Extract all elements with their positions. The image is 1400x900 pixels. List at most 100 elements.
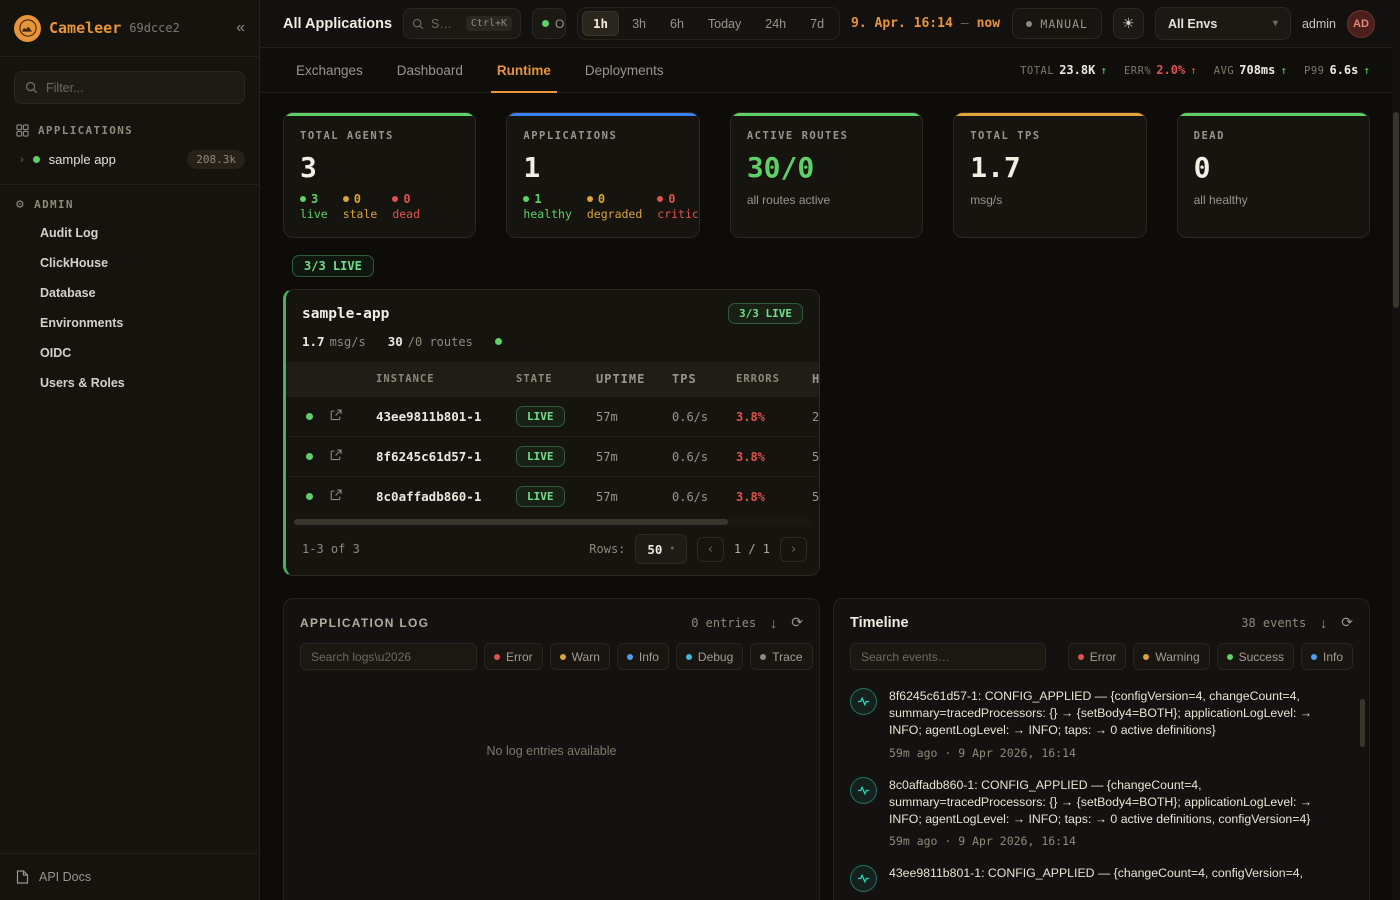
activity-icon xyxy=(850,865,877,892)
log-filter-trace[interactable]: Trace xyxy=(750,643,812,670)
uptime-value: 57m xyxy=(596,410,672,424)
time-range-6h[interactable]: 6h xyxy=(659,11,695,36)
timeline-filter-warning[interactable]: Warning xyxy=(1133,643,1209,670)
timeline-event[interactable]: 8f6245c61d57-1: CONFIG_APPLIED — {config… xyxy=(850,688,1347,760)
card-active-routes: ACTIVE ROUTES 30/0 all routes active xyxy=(730,112,923,238)
log-search-input[interactable] xyxy=(300,643,477,670)
table-row[interactable]: 8c0affadb860-1 LIVE 57m 0.6/s 3.8% 5 xyxy=(286,476,819,516)
sidebar-item-environments[interactable]: Environments xyxy=(0,308,259,338)
tps-unit: msg/s xyxy=(330,335,366,349)
refresh-mode-button[interactable]: MANUAL xyxy=(1012,8,1102,39)
external-link-icon[interactable] xyxy=(330,449,342,461)
routes-suffix: /0 routes xyxy=(408,335,473,349)
errors-cell: 3.8% xyxy=(736,490,812,504)
admin-section: ⚙ ADMIN Audit Log ClickHouse Database En… xyxy=(0,185,259,853)
page-title: All Applications xyxy=(283,16,392,32)
tps-cell: 0.6/s xyxy=(672,490,736,504)
warning-dot xyxy=(1143,654,1149,660)
prev-page-button[interactable]: ‹ xyxy=(697,537,724,562)
time-range-today[interactable]: Today xyxy=(697,11,752,36)
rows-per-page-select[interactable]: 50 ▾ xyxy=(635,534,686,564)
stat-cards-row: TOTAL AGENTS 3 3live 0stale 0dead APPLIC… xyxy=(283,112,1370,238)
date-separator: — xyxy=(961,16,969,31)
filter-input[interactable] xyxy=(46,81,234,95)
log-filter-debug[interactable]: Debug xyxy=(676,643,743,670)
sidebar-collapse-button[interactable]: « xyxy=(236,20,245,36)
sidebar-item-audit-log[interactable]: Audit Log xyxy=(0,218,259,248)
timeline-panel: Timeline 38 events ↓ ⟳ Error Warning Suc… xyxy=(833,598,1370,900)
external-link-icon[interactable] xyxy=(330,489,342,501)
extra-cell: 2 xyxy=(812,410,819,424)
online-status-chip[interactable]: O xyxy=(532,8,566,39)
timeline-filter-success[interactable]: Success xyxy=(1217,643,1294,670)
trace-dot xyxy=(760,654,766,660)
sidebar-item-clickhouse[interactable]: ClickHouse xyxy=(0,248,259,278)
admin-section-header: ⚙ ADMIN xyxy=(0,185,259,218)
timeline-event[interactable]: 8c0affadb860-1: CONFIG_APPLIED — {change… xyxy=(850,777,1347,849)
timeline-filter-info[interactable]: Info xyxy=(1301,643,1353,670)
timeline-event[interactable]: 43ee9811b801-1: CONFIG_APPLIED — {change… xyxy=(850,865,1347,892)
sidebar-logo-row: Cameleer 69dcce2 « xyxy=(0,0,259,57)
page-scrollbar[interactable] xyxy=(1392,0,1400,900)
avatar[interactable]: AD xyxy=(1347,10,1375,38)
log-entries-count: 0 entries xyxy=(691,616,756,630)
routes-value: 30 xyxy=(388,334,403,349)
scrollbar-thumb[interactable] xyxy=(1393,112,1399,308)
time-range-3h[interactable]: 3h xyxy=(621,11,657,36)
page-indicator: 1 / 1 xyxy=(734,542,770,556)
refresh-icon[interactable]: ⟳ xyxy=(791,614,803,631)
sidebar-item-database[interactable]: Database xyxy=(0,278,259,308)
sidebar-item-sample-app[interactable]: › sample app 208.3k xyxy=(0,143,259,178)
download-icon[interactable]: ↓ xyxy=(770,615,777,631)
log-panel-controls: Error Warn Info Debug Trace xyxy=(284,643,819,682)
log-filter-warn[interactable]: Warn xyxy=(550,643,610,670)
sidebar-item-api-docs[interactable]: API Docs xyxy=(0,853,259,900)
arrow-up-icon: ↑ xyxy=(1280,64,1287,77)
tab-bar: Exchanges Dashboard Runtime Deployments … xyxy=(260,48,1400,93)
sidebar-filter[interactable] xyxy=(14,71,245,104)
scrollbar-thumb[interactable] xyxy=(294,519,728,525)
timeline-controls: Error Warning Success Info xyxy=(834,643,1369,682)
tab-deployments[interactable]: Deployments xyxy=(585,48,664,92)
timeline-scrollbar[interactable] xyxy=(1360,699,1365,747)
download-icon[interactable]: ↓ xyxy=(1320,615,1327,631)
expand-chevron-icon[interactable]: › xyxy=(20,154,24,166)
tab-dashboard[interactable]: Dashboard xyxy=(397,48,463,92)
tps-cell: 0.6/s xyxy=(672,410,736,424)
date-to: now xyxy=(977,16,1000,31)
time-range-1h[interactable]: 1h xyxy=(582,11,619,36)
event-timestamp: 59m ago · 9 Apr 2026, 16:14 xyxy=(889,834,1347,848)
time-range-7d[interactable]: 7d xyxy=(799,11,835,36)
tab-exchanges[interactable]: Exchanges xyxy=(296,48,363,92)
table-row[interactable]: 8f6245c61d57-1 LIVE 57m 0.6/s 3.8% 5 xyxy=(286,436,819,476)
external-link-icon[interactable] xyxy=(330,409,342,421)
log-empty-message: No log entries available xyxy=(284,682,819,758)
timeline-search-input[interactable] xyxy=(850,643,1046,670)
applications-icon xyxy=(16,124,29,137)
table-row[interactable]: 43ee9811b801-1 LIVE 57m 0.6/s 3.8% 2 xyxy=(286,396,819,436)
manual-label: MANUAL xyxy=(1040,17,1088,31)
log-filter-error[interactable]: Error xyxy=(484,643,543,670)
tps-value: 1.7 xyxy=(302,334,325,349)
theme-toggle-button[interactable]: ☀ xyxy=(1113,8,1144,39)
errors-cell: 3.8% xyxy=(736,450,812,464)
card-total-tps: TOTAL TPS 1.7 msg/s xyxy=(953,112,1146,238)
time-range-24h[interactable]: 24h xyxy=(754,11,797,36)
timeline-filter-error[interactable]: Error xyxy=(1068,643,1127,670)
environment-select-value: All Envs xyxy=(1168,17,1217,31)
refresh-icon[interactable]: ⟳ xyxy=(1341,614,1353,631)
sidebar-item-oidc[interactable]: OIDC xyxy=(0,338,259,368)
global-search[interactable]: S… Ctrl+K xyxy=(403,8,521,39)
log-filter-info[interactable]: Info xyxy=(617,643,669,670)
stat-total: TOTAL 23.8K ↑ xyxy=(1020,63,1107,77)
instance-id: 43ee9811b801-1 xyxy=(376,409,516,424)
col-state: STATE xyxy=(516,373,596,385)
sidebar-item-users-roles[interactable]: Users & Roles xyxy=(0,368,259,398)
arrow-up-icon: ↑ xyxy=(1363,64,1370,77)
environment-select[interactable]: All Envs ▾ xyxy=(1155,7,1291,40)
col-errors: ERRORS xyxy=(736,373,812,385)
horizontal-scrollbar[interactable] xyxy=(294,519,811,525)
tab-runtime[interactable]: Runtime xyxy=(497,48,551,92)
next-page-button[interactable]: › xyxy=(780,537,807,562)
date-range-display[interactable]: 9. Apr. 16:14 — now xyxy=(851,16,1000,31)
